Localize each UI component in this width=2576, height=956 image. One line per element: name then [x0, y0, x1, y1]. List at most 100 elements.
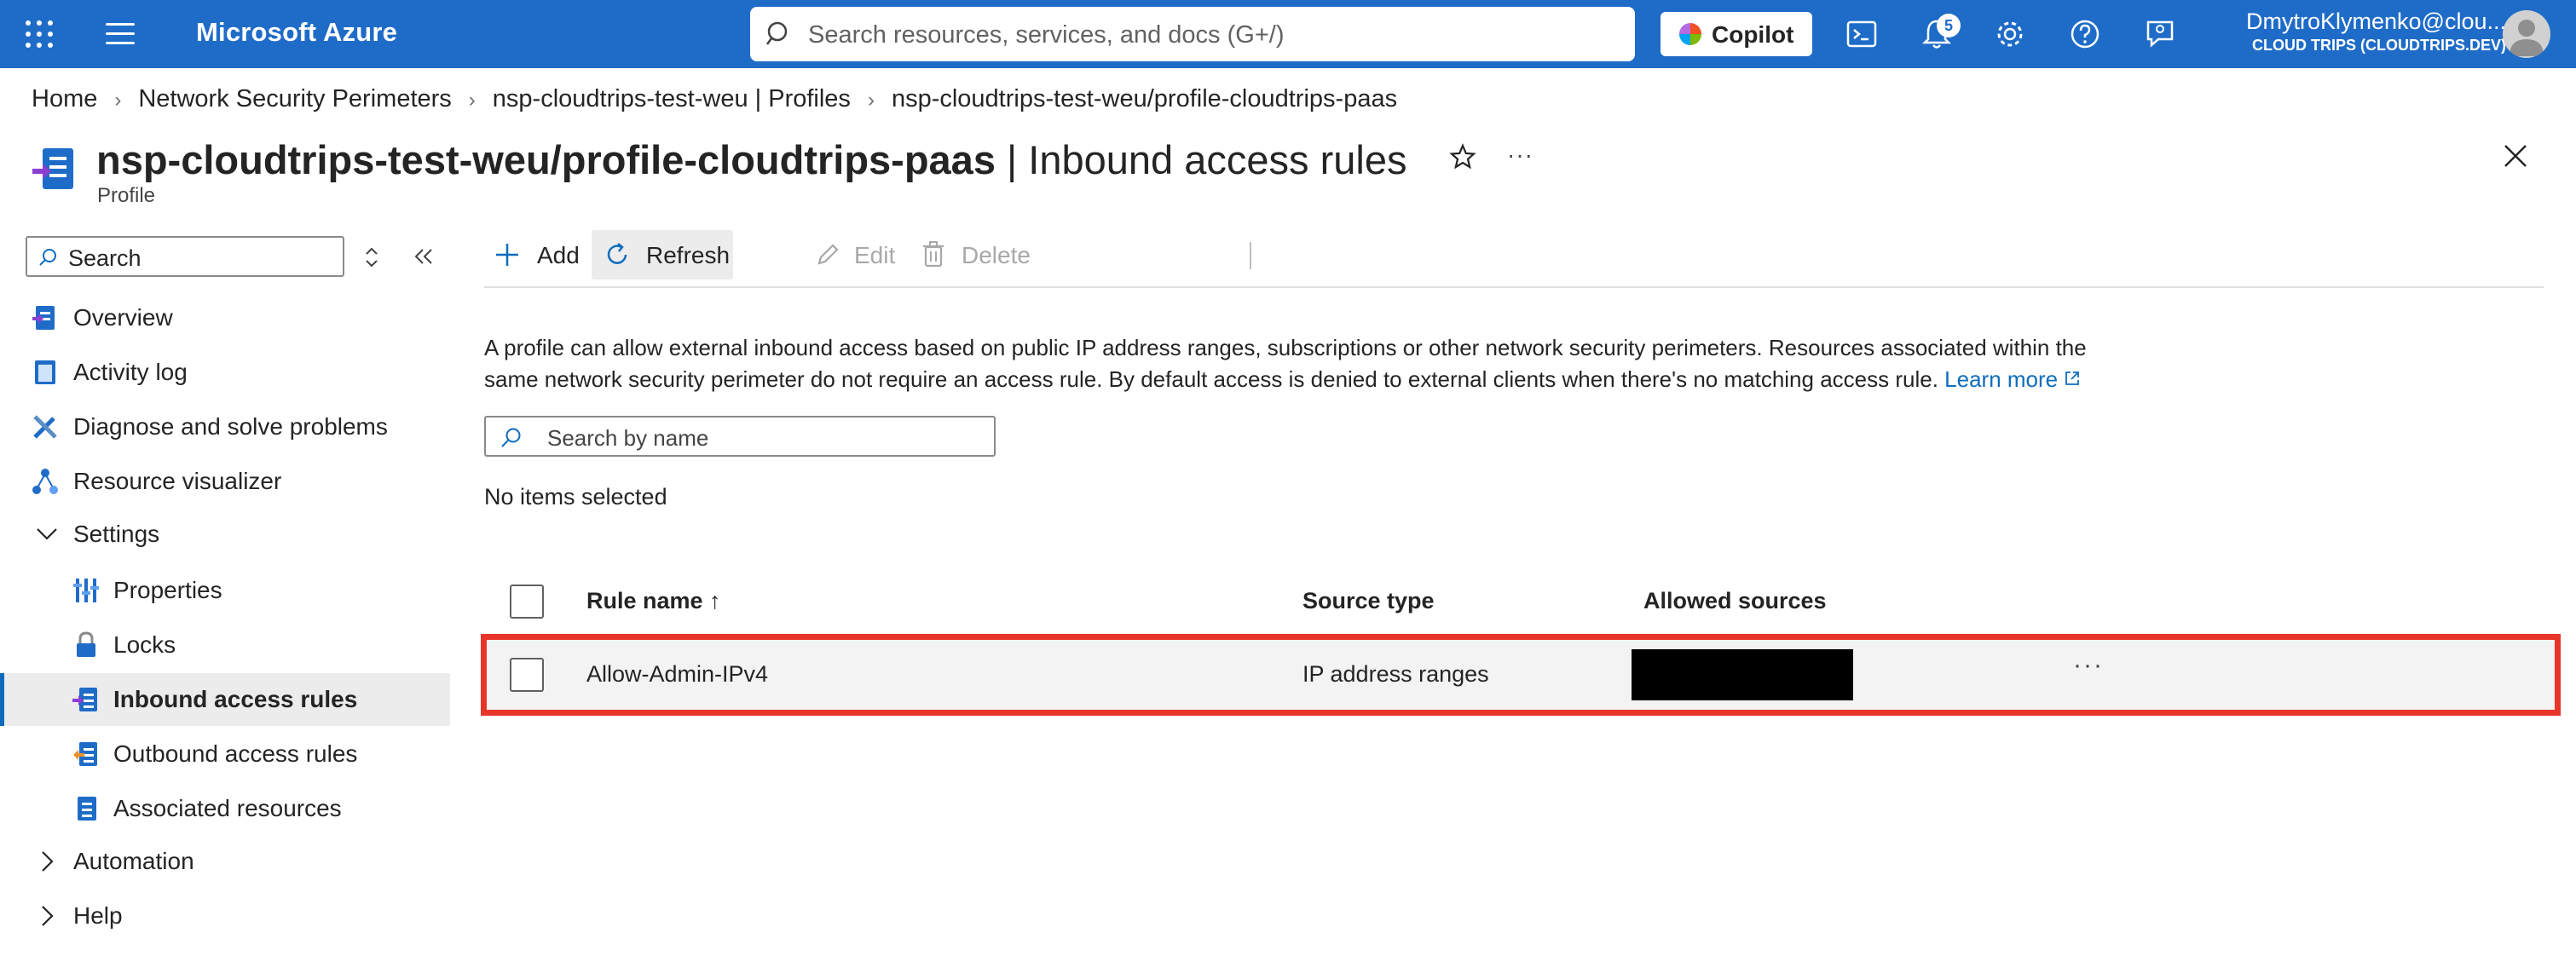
account-info[interactable]: DmytroKlymenko@clou... CLOUD TRIPS (CLOU… — [2208, 9, 2506, 55]
more-actions-icon[interactable]: ··· — [1507, 141, 1533, 169]
nav-item-label: Activity log — [73, 359, 188, 385]
sort-updown-icon[interactable] — [361, 245, 382, 269]
table-row[interactable]: Allow-Admin-IPv4 IP address ranges ··· — [481, 634, 2561, 716]
add-label: Add — [537, 242, 580, 268]
row-more-actions-icon[interactable]: ··· — [2073, 651, 2104, 680]
trash-icon — [923, 241, 944, 268]
row-checkbox[interactable] — [510, 658, 544, 692]
notification-count-badge: 5 — [1937, 14, 1961, 37]
refresh-button[interactable]: Refresh — [592, 230, 733, 279]
nav-item-label: Resource visualizer — [73, 468, 282, 494]
cell-rule-name[interactable]: Allow-Admin-IPv4 — [586, 661, 768, 688]
avatar-person-icon — [2510, 20, 2544, 56]
nav-item-label: Outbound access rules — [113, 740, 358, 767]
cell-source-type: IP address ranges — [1302, 661, 1489, 687]
breadcrumb-profile[interactable]: nsp-cloudtrips-test-weu/profile-cloudtri… — [892, 85, 1397, 112]
learn-more-link[interactable]: Learn more — [1944, 366, 2081, 392]
search-icon — [39, 249, 56, 266]
outbound-rules-icon — [73, 742, 97, 766]
nav-item-label: Properties — [113, 577, 222, 603]
nav-item-activity-log[interactable]: Activity log — [0, 346, 450, 399]
nav-item-label: Help — [73, 902, 123, 929]
column-header-source-type[interactable]: Source type — [1302, 588, 1435, 614]
add-button[interactable]: Add — [484, 230, 586, 279]
select-all-checkbox[interactable] — [510, 585, 544, 619]
overview-icon — [32, 306, 55, 330]
breadcrumb-profiles[interactable]: nsp-cloudtrips-test-weu | Profiles — [493, 85, 851, 112]
visualizer-icon — [32, 469, 58, 494]
menu-icon[interactable] — [106, 23, 135, 45]
filter-placeholder: Search by name — [547, 425, 709, 451]
nav-item-label: Automation — [73, 848, 194, 874]
gear-icon[interactable] — [1993, 17, 2027, 51]
waffle-icon[interactable] — [26, 20, 53, 48]
nav-item-label: Settings — [73, 521, 160, 547]
blade-name: Inbound access rules — [1028, 137, 1407, 182]
close-icon[interactable] — [2503, 143, 2528, 169]
help-icon[interactable] — [2068, 17, 2102, 51]
avatar[interactable] — [2503, 10, 2550, 58]
profile-resource-icon — [32, 148, 73, 189]
nav-group-settings[interactable]: Settings — [0, 508, 450, 561]
description-text: A profile can allow external inbound acc… — [484, 332, 2104, 395]
nav-item-label: Inbound access rules — [113, 686, 358, 712]
refresh-label: Refresh — [646, 242, 731, 268]
learn-more-label: Learn more — [1944, 366, 2059, 392]
nav-group-automation[interactable]: Automation — [0, 835, 450, 888]
external-link-icon — [2065, 371, 2080, 385]
command-bar: Add Refresh Edit Delete — [484, 222, 2544, 288]
column-header-rule-name[interactable]: Rule name ↑ — [586, 588, 721, 614]
search-icon — [501, 428, 521, 447]
global-search-placeholder: Search resources, services, and docs (G+… — [808, 21, 1285, 49]
nav-item-label: Diagnose and solve problems — [73, 413, 388, 440]
nav-item-label: Overview — [73, 304, 173, 331]
favorite-star-icon[interactable] — [1449, 143, 1476, 170]
collapse-nav-icon[interactable] — [413, 245, 435, 268]
chevron-right-icon — [42, 851, 54, 872]
cloud-shell-icon[interactable] — [1845, 17, 1879, 51]
nav-search-placeholder: Search — [68, 245, 142, 271]
chevron-right-icon: › — [114, 89, 122, 112]
nav-item-properties[interactable]: Properties — [0, 564, 450, 617]
nav-item-label: Associated resources — [113, 795, 342, 821]
breadcrumb-network-security-perimeters[interactable]: Network Security Perimeters — [138, 85, 451, 112]
search-icon — [765, 21, 788, 45]
edit-button[interactable]: Edit — [811, 230, 905, 279]
nav-search-input[interactable]: Search — [26, 236, 344, 277]
chevron-down-icon — [37, 528, 57, 540]
plus-icon — [496, 244, 518, 266]
chevron-right-icon: › — [468, 89, 476, 112]
breadcrumb-home[interactable]: Home — [32, 85, 97, 112]
brand-title[interactable]: Microsoft Azure — [196, 17, 397, 48]
nav-item-diagnose[interactable]: Diagnose and solve problems — [0, 400, 450, 453]
tenant-name: CLOUD TRIPS (CLOUDTRIPS.DEV) — [2251, 37, 2506, 54]
nav-item-outbound-access-rules[interactable]: Outbound access rules — [0, 728, 450, 780]
table-header: Rule name ↑ Source type Allowed sources — [484, 573, 2134, 629]
activity-log-icon — [35, 360, 55, 384]
nav-item-resource-visualizer[interactable]: Resource visualizer — [0, 455, 450, 508]
resource-name: nsp-cloudtrips-test-weu/profile-cloudtri… — [96, 137, 996, 182]
page-title: nsp-cloudtrips-test-weu/profile-cloudtri… — [96, 136, 1406, 183]
description-body: A profile can allow external inbound acc… — [484, 335, 2087, 392]
feedback-icon[interactable] — [2143, 17, 2177, 51]
delete-button[interactable]: Delete — [919, 230, 1031, 279]
copilot-button[interactable]: Copilot — [1661, 12, 1812, 56]
lock-icon — [77, 631, 95, 657]
title-separator: | — [1007, 137, 1018, 182]
nav-item-locks[interactable]: Locks — [0, 619, 450, 671]
chevron-right-icon: › — [867, 89, 875, 112]
top-bar: Microsoft Azure Search resources, servic… — [0, 0, 2576, 68]
filter-by-name-input[interactable]: Search by name — [484, 416, 996, 457]
nav-item-inbound-access-rules[interactable]: Inbound access rules — [0, 673, 450, 726]
nav-item-label: Locks — [113, 631, 176, 658]
nav-item-overview[interactable]: Overview — [0, 291, 450, 344]
edit-label: Edit — [854, 242, 896, 268]
diagnose-icon — [33, 415, 57, 439]
copilot-icon — [1679, 23, 1701, 45]
nav-item-associated-resources[interactable]: Associated resources — [0, 782, 450, 835]
nav-group-help[interactable]: Help — [0, 890, 450, 942]
user-name: DmytroKlymenko@clou... — [2246, 9, 2506, 34]
inbound-rules-icon — [72, 688, 97, 711]
column-header-allowed-sources[interactable]: Allowed sources — [1643, 588, 1827, 614]
global-search-input[interactable]: Search resources, services, and docs (G+… — [750, 7, 1635, 61]
